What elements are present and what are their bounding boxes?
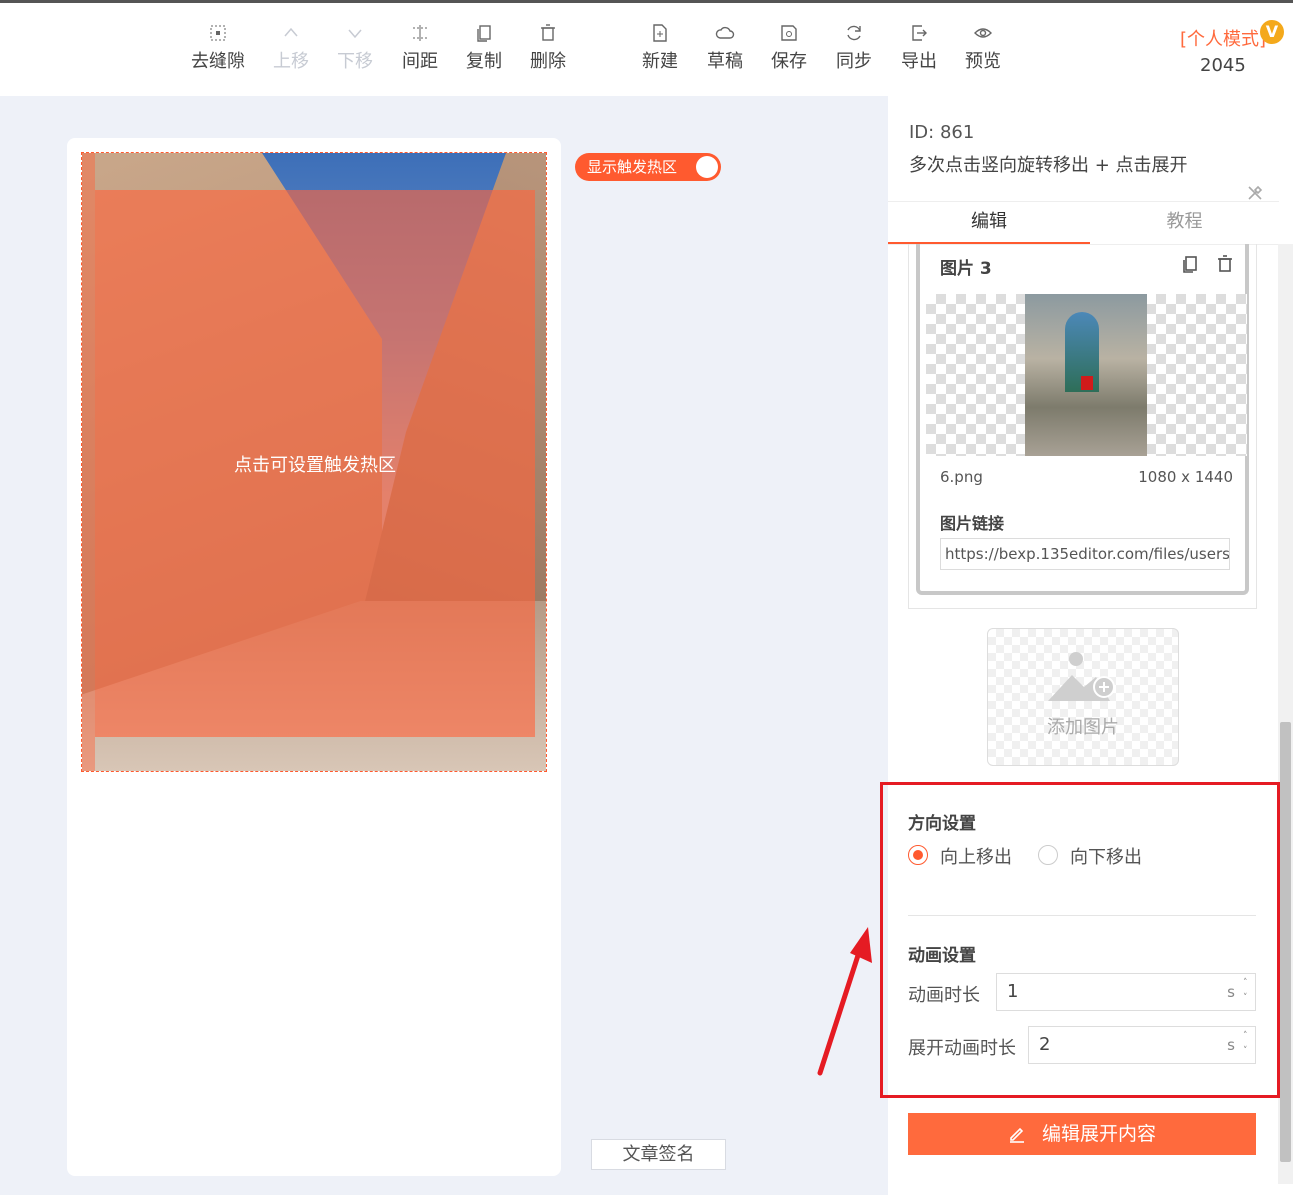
thumbnail-detail <box>1081 376 1093 390</box>
red-arrow-annotation <box>817 927 872 1076</box>
component-id: ID: 861 <box>909 122 975 143</box>
toolbar: 去缝隙 上移 下移 间距 复制 删除 新建 草稿 保存 同步 导出 预览 [个人… <box>0 3 1293 96</box>
export-icon <box>912 25 927 41</box>
spacing-button[interactable]: 间距 <box>388 23 452 73</box>
counter-value: 2045 <box>1200 55 1246 76</box>
image-file-name: 6.png <box>940 468 983 486</box>
toggle-knob <box>696 156 718 178</box>
edit-expand-label: 编辑展开内容 <box>1042 1123 1157 1145</box>
image-preview[interactable] <box>926 294 1247 456</box>
export-button[interactable]: 导出 <box>887 23 951 73</box>
image-link-input[interactable]: https://bexp.135editor.com/files/users/0… <box>940 538 1230 570</box>
add-image-icon <box>1048 652 1115 701</box>
chevron-down-icon <box>348 29 362 39</box>
save-icon <box>781 25 797 41</box>
hotzone-label: 点击可设置触发热区 <box>234 455 396 476</box>
remove-gap-button[interactable]: 去缝隙 <box>186 23 250 73</box>
cloud-icon <box>715 26 735 39</box>
scrollbar-thumb[interactable] <box>1280 722 1291 1162</box>
chevron-up-icon <box>284 27 298 37</box>
article-signature-button[interactable]: 文章签名 <box>591 1139 726 1170</box>
component-name: 多次点击竖向旋转移出 + 点击展开 <box>909 155 1188 176</box>
tab-edit[interactable]: 编辑 <box>888 202 1090 244</box>
image-file-size: 1080 x 1440 <box>1138 468 1233 486</box>
grid-gap-icon <box>210 25 226 41</box>
sync-icon <box>847 25 861 41</box>
move-down-button[interactable]: 下移 <box>323 23 387 73</box>
trash-icon <box>541 24 555 41</box>
eye-icon <box>974 28 992 38</box>
image-thumbnail <box>1025 294 1147 456</box>
image-link-label: 图片链接 <box>940 514 1005 533</box>
edit-expand-content-button[interactable]: 编辑展开内容 <box>908 1113 1256 1155</box>
vip-badge: V <box>1260 20 1284 44</box>
copy-icon <box>477 25 491 42</box>
copy-button[interactable]: 复制 <box>452 23 516 73</box>
preview-button[interactable]: 预览 <box>951 23 1015 73</box>
spacing-icon <box>413 25 427 41</box>
draft-button[interactable]: 草稿 <box>693 23 757 73</box>
copy-icon[interactable] <box>1180 254 1200 278</box>
tab-tutorial[interactable]: 教程 <box>1090 202 1279 244</box>
move-up-button[interactable]: 上移 <box>259 23 323 73</box>
image-card: 图片 3 6.png 1080 x 1440 图片链接 https://bexp… <box>916 244 1249 595</box>
image-card-title: 图片 3 <box>940 259 992 279</box>
trash-icon[interactable] <box>1215 254 1235 278</box>
delete-button[interactable]: 删除 <box>516 23 580 73</box>
sync-button[interactable]: 同步 <box>822 23 886 73</box>
highlight-box <box>880 782 1280 1098</box>
add-image-label: 添加图片 <box>1047 717 1119 738</box>
hotzone-image[interactable]: 点击可设置触发热区 <box>81 152 547 772</box>
new-file-icon <box>653 24 667 42</box>
panel-scrollbar[interactable] <box>1278 244 1293 1184</box>
new-button[interactable]: 新建 <box>628 23 692 73</box>
add-image-button[interactable]: 添加图片 <box>987 628 1179 766</box>
toggle-label: 显示触发热区 <box>587 158 678 176</box>
save-button[interactable]: 保存 <box>757 23 821 73</box>
personal-mode-link[interactable]: [个人模式] <box>1180 25 1266 51</box>
pencil-icon <box>1009 1127 1024 1143</box>
panel-tabs: 编辑 教程 <box>888 201 1279 245</box>
show-hotzone-toggle[interactable]: 显示触发热区 <box>575 153 721 181</box>
